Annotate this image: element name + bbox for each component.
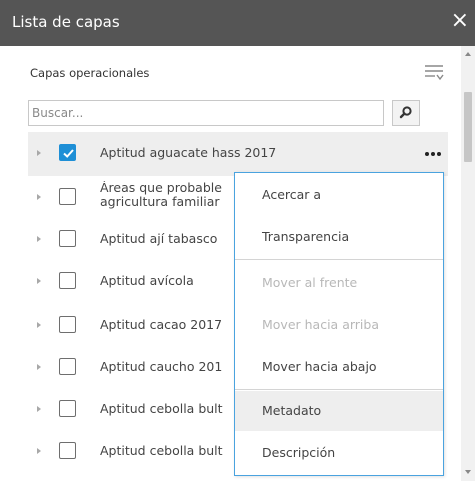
layer-row[interactable]: Aptitud aguacate hass 2017 [28, 132, 448, 176]
layer-checkbox[interactable] [59, 400, 76, 417]
checkmark-icon [63, 149, 74, 158]
search-field[interactable] [28, 100, 384, 126]
scrollbar[interactable] [461, 46, 475, 481]
expand-arrow-icon[interactable] [37, 364, 41, 370]
section-label: Capas operacionales [30, 66, 150, 80]
menu-item-move-up: Mover hacia arriba [262, 317, 379, 332]
layer-checkbox[interactable] [59, 272, 76, 289]
menu-item-description[interactable]: Descripción [235, 433, 443, 473]
expand-arrow-icon[interactable] [37, 448, 41, 454]
layer-checkbox[interactable] [59, 188, 76, 205]
expand-arrow-icon[interactable] [37, 278, 41, 284]
search-input[interactable] [29, 101, 383, 125]
scroll-down-arrow-icon[interactable] [465, 470, 471, 474]
expand-arrow-icon[interactable] [37, 150, 41, 156]
scroll-up-arrow-icon[interactable] [465, 52, 471, 56]
menu-divider [235, 259, 443, 260]
search-button[interactable] [392, 100, 420, 126]
expand-arrow-icon[interactable] [37, 406, 41, 412]
more-options-icon[interactable] [424, 150, 442, 158]
menu-item-move-down[interactable]: Mover hacia abajo [235, 347, 443, 387]
search-icon [399, 106, 412, 119]
layer-checkbox[interactable] [59, 358, 76, 375]
layer-checkbox[interactable] [59, 316, 76, 333]
layer-context-menu: Acercar a Transparencia Mover al frente … [234, 172, 444, 476]
menu-item-transparency[interactable]: Transparencia [235, 217, 443, 257]
panel-titlebar: Lista de capas × [0, 0, 475, 46]
layer-checkbox[interactable] [59, 442, 76, 459]
menu-item-move-to-front: Mover al frente [262, 275, 358, 290]
layer-label: Aptitud aguacate hass 2017 [100, 145, 277, 160]
panel-title: Lista de capas [12, 13, 120, 31]
scrollbar-thumb[interactable] [464, 92, 472, 162]
menu-divider [235, 389, 443, 390]
expand-arrow-icon[interactable] [37, 236, 41, 242]
close-icon[interactable]: × [451, 8, 469, 34]
layer-checkbox[interactable] [59, 144, 76, 161]
expand-arrow-icon[interactable] [37, 194, 41, 200]
layer-checkbox[interactable] [59, 230, 76, 247]
menu-item-metadata[interactable]: Metadato [235, 391, 443, 431]
filter-icon[interactable] [422, 62, 446, 84]
menu-item-zoom-to[interactable]: Acercar a [235, 175, 443, 215]
expand-arrow-icon[interactable] [37, 322, 41, 328]
